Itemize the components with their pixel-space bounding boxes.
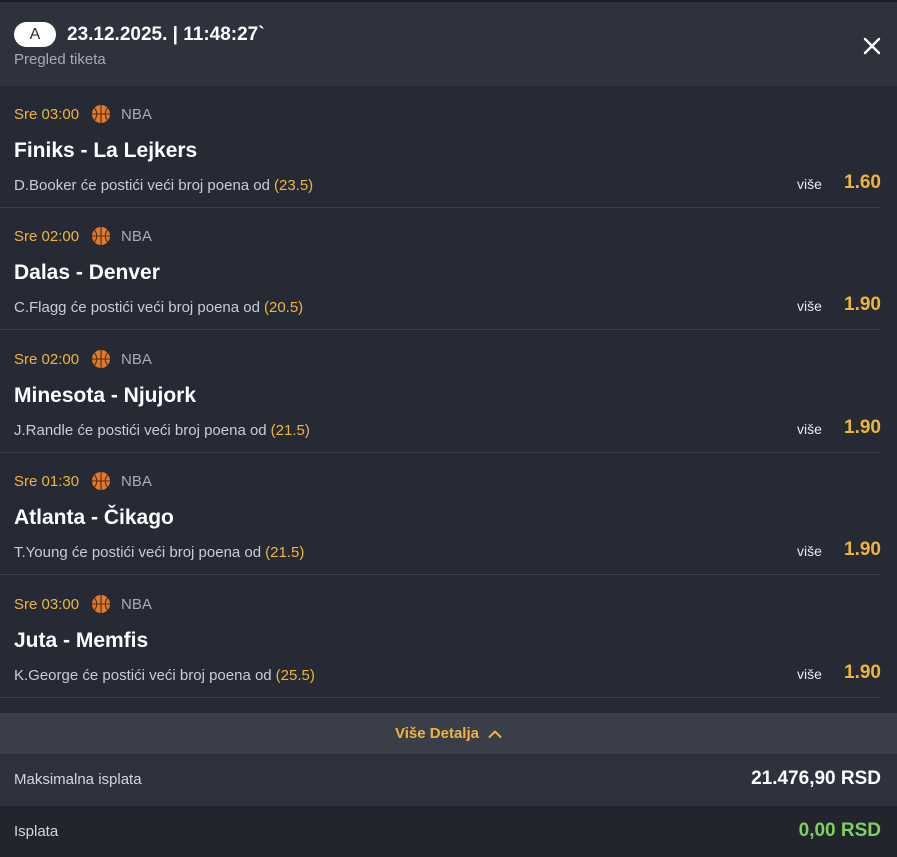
basketball-icon — [92, 595, 111, 613]
bet-desc-text: J.Randle će postići veći broj poena od — [14, 422, 267, 439]
payout-row: Isplata 0,00 RSD — [0, 806, 897, 857]
bet-desc-text: K.George će postići veći broj poena od — [14, 667, 272, 684]
bet-league: NBA — [121, 595, 152, 613]
divider — [0, 697, 881, 698]
bet-description: K.George će postići veći broj poena od (2… — [14, 667, 315, 684]
bet-meta: Sre 03:00 NBA — [14, 104, 152, 124]
close-icon — [863, 37, 881, 55]
bet-line: (25.5) — [275, 667, 315, 684]
bet-description: C.Flagg će postići veći broj poena od (20… — [14, 299, 303, 316]
ticket-header: A 23.12.2025. | 11:48:27` Pregled tiketa — [0, 0, 897, 86]
payout-label: Isplata — [14, 823, 59, 840]
bet-desc-text: T.Young će postići veći broj poena od — [14, 544, 262, 561]
basketball-icon — [92, 227, 111, 245]
bet-meta: Sre 03:00 NBA — [14, 594, 152, 614]
bet-pick: više — [797, 666, 822, 682]
bet-description: T.Young će postići veći broj poena od (21… — [14, 544, 304, 561]
bet-odd: 1.90 — [844, 539, 881, 560]
bet-pick: više — [797, 176, 822, 192]
more-details-label: Više Detalja — [395, 725, 479, 742]
bet-league: NBA — [121, 105, 152, 123]
bet-time: Sre 02:00 — [14, 227, 80, 245]
bet-description: J.Randle će postići veći broj poena od (2… — [14, 422, 310, 439]
bet-match: Finiks - La Lejkers — [14, 139, 198, 162]
basketball-icon — [92, 350, 111, 368]
bet-line: (20.5) — [263, 299, 304, 316]
bet-list: Sre 03:00 NBA Finiks - La Lejkers D.Book… — [0, 86, 897, 713]
max-payout-label: Maksimalna isplata — [14, 771, 142, 788]
bet-item[interactable]: Sre 01:30 NBA Atlanta - Čikago T.Young ć… — [0, 453, 897, 575]
bet-league: NBA — [121, 350, 152, 368]
bet-line: (23.5) — [273, 177, 314, 194]
bet-pick: više — [797, 298, 822, 314]
bet-pick: više — [797, 421, 822, 437]
basketball-icon — [92, 105, 111, 123]
bet-desc-text: D.Booker će postići veći broj poena od — [14, 177, 270, 194]
bet-league: NBA — [121, 227, 152, 245]
bet-item[interactable]: Sre 03:00 NBA Juta - Memfis K.George će … — [0, 576, 897, 698]
bet-odd: 1.60 — [844, 172, 881, 193]
bet-time: Sre 02:00 — [14, 350, 80, 368]
max-payout-value: 21.476,90 RSD — [751, 768, 881, 789]
bet-meta: Sre 02:00 NBA — [14, 226, 152, 246]
bet-odd: 1.90 — [844, 662, 881, 683]
ticket-datetime: 23.12.2025. | 11:48:27` — [67, 24, 265, 45]
bet-line: (21.5) — [265, 544, 305, 561]
bet-item[interactable]: Sre 03:00 NBA Finiks - La Lejkers D.Book… — [0, 86, 897, 208]
chevron-up-icon — [488, 730, 502, 738]
more-details-button[interactable]: Više Detalja — [0, 713, 897, 754]
bet-league: NBA — [121, 472, 152, 490]
ticket-type-badge: A — [14, 22, 56, 47]
bet-time: Sre 01:30 — [14, 472, 80, 490]
bet-meta: Sre 01:30 NBA — [14, 471, 152, 491]
bet-match: Dalas - Denver — [14, 261, 160, 284]
close-button[interactable] — [858, 32, 886, 60]
bet-match: Minesota - Njujork — [14, 384, 197, 407]
divider — [0, 329, 881, 330]
bet-item[interactable]: Sre 02:00 NBA Dalas - Denver C.Flagg će … — [0, 208, 897, 330]
divider — [0, 574, 881, 575]
bet-pick: više — [797, 543, 822, 559]
bet-meta: Sre 02:00 NBA — [14, 349, 152, 369]
bet-time: Sre 03:00 — [14, 595, 80, 613]
max-payout-row: Maksimalna isplata 21.476,90 RSD — [0, 754, 897, 806]
bet-desc-text: C.Flagg će postići veći broj poena od — [14, 299, 260, 316]
bet-odd: 1.90 — [844, 294, 881, 315]
basketball-icon — [92, 472, 111, 490]
bet-item[interactable]: Sre 02:00 NBA Minesota - Njujork J.Randl… — [0, 331, 897, 453]
bet-time: Sre 03:00 — [14, 105, 80, 123]
bet-line: (21.5) — [270, 422, 310, 439]
bet-match: Juta - Memfis — [14, 629, 149, 652]
bet-match: Atlanta - Čikago — [14, 506, 174, 529]
bet-odd: 1.90 — [844, 417, 881, 438]
payout-value: 0,00 RSD — [798, 820, 881, 841]
bet-description: D.Booker će postići veći broj poena od (2… — [14, 177, 313, 194]
ticket-subtitle: Pregled tiketa — [14, 51, 106, 68]
